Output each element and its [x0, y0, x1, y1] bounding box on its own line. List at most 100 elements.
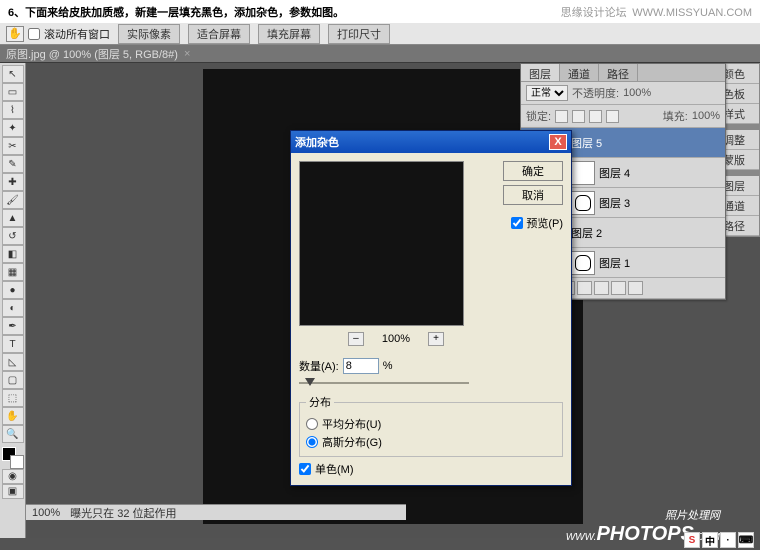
add-noise-dialog: 添加杂色 X – 100% + 确定 取消 预览(P) 数量(A): % 分布 … — [290, 130, 572, 486]
amount-input[interactable] — [343, 358, 379, 374]
lock-pos-icon[interactable] — [589, 110, 602, 123]
amount-label: 数量(A): — [299, 358, 339, 374]
zoom-value: 100% — [382, 333, 410, 345]
uniform-radio[interactable] — [306, 418, 318, 430]
heal-tool-icon[interactable]: ✚ — [2, 173, 24, 191]
distribution-group: 分布 平均分布(U) 高斯分布(G) — [299, 394, 563, 457]
blur-tool-icon[interactable]: ● — [2, 281, 24, 299]
caption-source: 思缘设计论坛 WWW.MISSYUAN.COM — [561, 4, 752, 20]
layer-name: 图层 4 — [599, 165, 630, 181]
uniform-label: 平均分布(U) — [322, 416, 381, 432]
eyedropper-tool-icon[interactable]: ✎ — [2, 155, 24, 173]
ok-button[interactable]: 确定 — [503, 161, 563, 181]
layer-name: 图层 2 — [571, 225, 602, 241]
panel-label: 蒙版 — [723, 152, 745, 168]
tab-channels[interactable]: 通道 — [560, 64, 599, 81]
panel-label: 调整 — [723, 132, 745, 148]
panel-label: 色板 — [723, 86, 745, 102]
tab-paths[interactable]: 路径 — [599, 64, 638, 81]
ime-s-icon[interactable]: S — [684, 532, 700, 548]
amount-slider[interactable] — [299, 378, 469, 388]
marquee-tool-icon[interactable]: ▭ — [2, 83, 24, 101]
monochrome-checkbox[interactable] — [299, 463, 311, 475]
ime-tray: S 中 · ⌨ — [684, 532, 754, 548]
panel-label: 样式 — [723, 106, 745, 122]
close-tab-icon[interactable]: × — [184, 48, 190, 60]
cancel-button[interactable]: 取消 — [503, 185, 563, 205]
lasso-tool-icon[interactable]: ⌇ — [2, 101, 24, 119]
gradient-tool-icon[interactable]: ▦ — [2, 263, 24, 281]
brush-tool-icon[interactable]: 🖌 — [2, 191, 24, 209]
blend-mode-select[interactable]: 正常 — [526, 85, 568, 101]
layer-mask-thumb[interactable] — [571, 191, 595, 215]
panel-label: 通道 — [723, 198, 745, 214]
eraser-tool-icon[interactable]: ◧ — [2, 245, 24, 263]
history-brush-icon[interactable]: ↺ — [2, 227, 24, 245]
ime-punct-icon[interactable]: · — [720, 532, 736, 548]
3d-tool-icon[interactable]: ⬚ — [2, 389, 24, 407]
amount-unit: % — [383, 360, 393, 372]
distribution-legend: 分布 — [306, 394, 334, 410]
document-tab[interactable]: 原图.jpg @ 100% (图层 5, RGB/8#) × — [0, 45, 760, 63]
dialog-titlebar[interactable]: 添加杂色 X — [291, 131, 571, 153]
move-tool-icon[interactable]: ↖ — [2, 65, 24, 83]
monochrome-label: 单色(M) — [315, 461, 354, 477]
lock-all-icon[interactable] — [606, 110, 619, 123]
fit-screen-button[interactable]: 适合屏幕 — [188, 24, 250, 44]
lock-label: 锁定: — [526, 108, 551, 124]
noise-preview — [299, 161, 464, 326]
gaussian-radio[interactable] — [306, 436, 318, 448]
fill-label: 填充: — [663, 108, 688, 124]
gaussian-label: 高斯分布(G) — [322, 434, 382, 450]
zoom-tool-icon[interactable]: 🔍 — [2, 425, 24, 443]
zoom-out-button[interactable]: – — [348, 332, 364, 346]
new-layer-icon[interactable] — [611, 281, 626, 295]
tool-palette: ↖ ▭ ⌇ ✦ ✂ ✎ ✚ 🖌 ▲ ↺ ◧ ▦ ● ◐ ✒ T ◺ ▢ ⬚ ✋ … — [0, 63, 26, 538]
trash-icon[interactable] — [628, 281, 643, 295]
color-swatch[interactable] — [2, 447, 24, 469]
path-tool-icon[interactable]: ◺ — [2, 353, 24, 371]
screenmode-icon[interactable]: ▣ — [2, 484, 24, 499]
fill-screen-button[interactable]: 填充屏幕 — [258, 24, 320, 44]
status-info: 曝光只在 32 位起作用 — [70, 505, 176, 521]
dialog-title: 添加杂色 — [295, 134, 339, 150]
lock-trans-icon[interactable] — [555, 110, 568, 123]
opacity-value[interactable]: 100% — [623, 87, 651, 99]
print-size-button[interactable]: 打印尺寸 — [328, 24, 390, 44]
options-bar: ✋ 滚动所有窗口 实际像素 适合屏幕 填充屏幕 打印尺寸 — [0, 23, 760, 45]
fill-value[interactable]: 100% — [692, 110, 720, 122]
layer-name: 图层 1 — [599, 255, 630, 271]
pen-tool-icon[interactable]: ✒ — [2, 317, 24, 335]
preview-checkbox[interactable] — [511, 217, 523, 229]
status-bar: 100% 曝光只在 32 位起作用 — [26, 504, 406, 520]
scroll-all-checkbox[interactable] — [28, 28, 40, 40]
opacity-label: 不透明度: — [572, 85, 619, 101]
layer-mask-thumb[interactable] — [571, 251, 595, 275]
panel-label: 图层 — [723, 178, 745, 194]
panel-label: 颜色 — [723, 66, 745, 82]
actual-pixels-button[interactable]: 实际像素 — [118, 24, 180, 44]
preview-label: 预览(P) — [526, 215, 563, 231]
layer-mask-thumb[interactable] — [571, 161, 595, 185]
scroll-all-label: 滚动所有窗口 — [44, 26, 110, 42]
hand-tool-icon[interactable]: ✋ — [6, 26, 24, 42]
ime-zh-icon[interactable]: 中 — [702, 532, 718, 548]
close-icon[interactable]: X — [549, 134, 567, 150]
tab-layers[interactable]: 图层 — [521, 64, 560, 81]
dodge-tool-icon[interactable]: ◐ — [2, 299, 24, 317]
ime-kb-icon[interactable]: ⌨ — [738, 532, 754, 548]
hand-tool2-icon[interactable]: ✋ — [2, 407, 24, 425]
wand-tool-icon[interactable]: ✦ — [2, 119, 24, 137]
panel-label: 路径 — [723, 218, 745, 234]
crop-tool-icon[interactable]: ✂ — [2, 137, 24, 155]
layer-name: 图层 5 — [571, 135, 602, 151]
type-tool-icon[interactable]: T — [2, 335, 24, 353]
adjust-icon[interactable] — [577, 281, 592, 295]
stamp-tool-icon[interactable]: ▲ — [2, 209, 24, 227]
group-icon[interactable] — [594, 281, 609, 295]
zoom-in-button[interactable]: + — [428, 332, 444, 346]
status-zoom[interactable]: 100% — [32, 507, 60, 519]
quickmask-icon[interactable]: ◉ — [2, 469, 24, 484]
shape-tool-icon[interactable]: ▢ — [2, 371, 24, 389]
lock-pixel-icon[interactable] — [572, 110, 585, 123]
